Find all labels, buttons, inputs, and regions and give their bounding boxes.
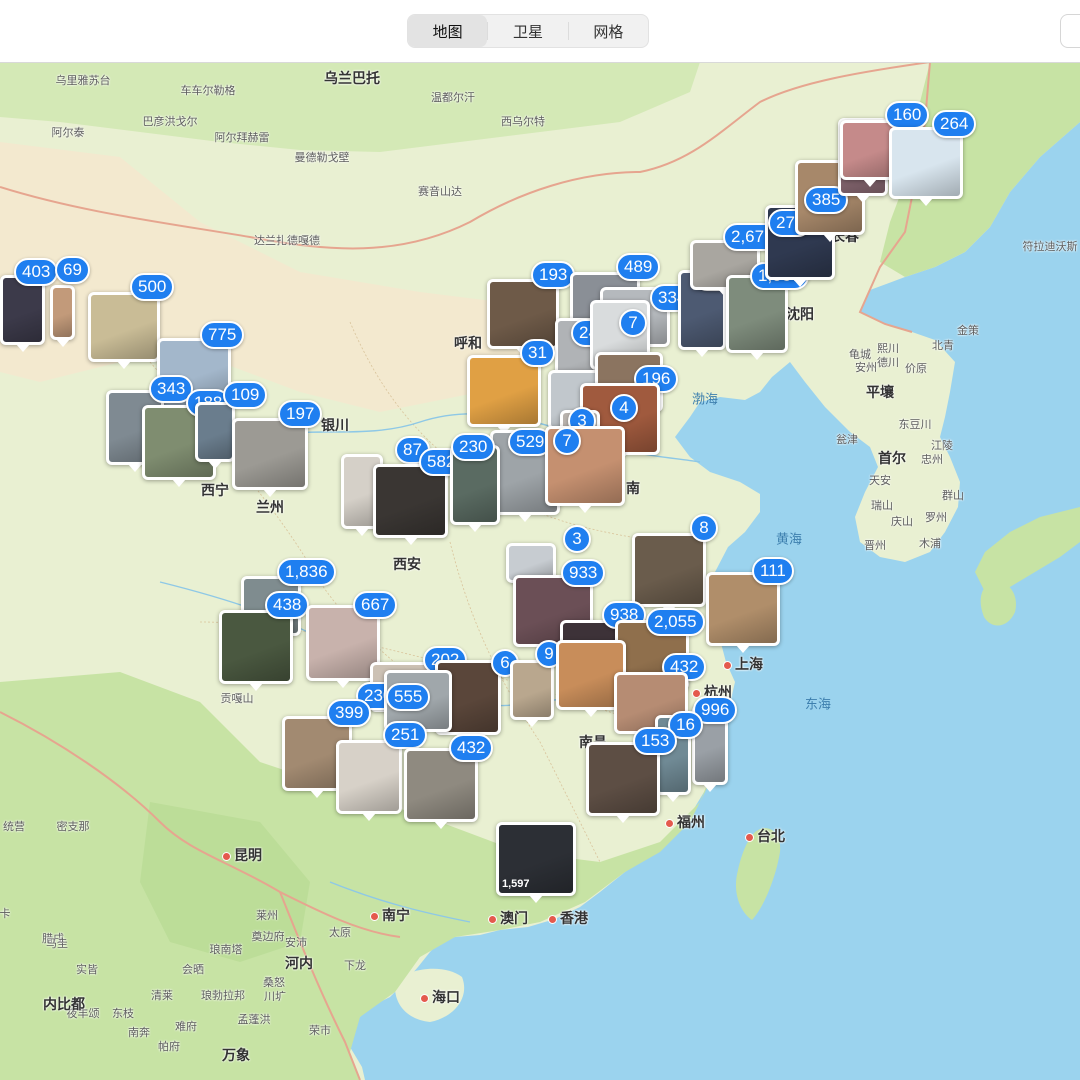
pin-pointer: [525, 719, 539, 727]
photo-thumbnail[interactable]: [50, 285, 75, 340]
map-type-segmented-control: 地图 卫星 网格: [407, 14, 649, 48]
pin-pointer: [336, 680, 350, 688]
photo-cluster-pin[interactable]: [632, 533, 706, 614]
segment-map-button[interactable]: 地图: [408, 15, 488, 47]
pin-pointer: [249, 683, 263, 691]
photo-count-badge[interactable]: 3: [563, 525, 591, 553]
pin-pointer: [355, 528, 369, 536]
photo-count-badge[interactable]: 438: [265, 591, 310, 619]
photo-count-badge[interactable]: 775: [200, 321, 245, 349]
photo-cluster-pin[interactable]: [88, 292, 160, 369]
photo-cluster-pin[interactable]: [232, 418, 308, 497]
pin-pointer: [863, 179, 877, 187]
photo-cluster-pin[interactable]: [510, 660, 554, 727]
photo-thumbnail[interactable]: [336, 740, 402, 814]
photo-cluster-pin[interactable]: [487, 279, 559, 356]
photo-count-badge[interactable]: 1,836: [277, 558, 336, 586]
photo-count-badge[interactable]: 31: [520, 339, 555, 367]
photo-count-badge[interactable]: 264: [932, 110, 977, 138]
photo-thumbnail[interactable]: [487, 279, 559, 349]
photo-count-badge[interactable]: 933: [561, 559, 606, 587]
photo-thumbnail[interactable]: [195, 402, 235, 462]
pin-pointer: [578, 505, 592, 513]
map-toolbar: 地图 卫星 网格: [0, 0, 1080, 63]
pin-pointer: [856, 195, 870, 203]
pin-pointer: [362, 813, 376, 821]
pin-pointer: [616, 815, 630, 823]
search-field[interactable]: [1060, 14, 1080, 48]
photo-count-badge[interactable]: 153: [633, 727, 678, 755]
photo-count-badge[interactable]: 7: [619, 309, 647, 337]
photo-count-badge[interactable]: 500: [130, 273, 175, 301]
photo-count-badge[interactable]: 7: [553, 427, 581, 455]
photo-count-badge[interactable]: 399: [327, 699, 372, 727]
pin-pointer: [310, 790, 324, 798]
photo-count-badge[interactable]: 4: [610, 394, 638, 422]
pin-pointer: [15, 344, 30, 352]
pin-pointer: [55, 339, 70, 347]
pin-pointer: [703, 784, 717, 792]
photo-count-badge[interactable]: 8: [690, 514, 718, 542]
photo-count-badge[interactable]: 230: [451, 433, 496, 461]
photo-cluster-pin[interactable]: [219, 610, 293, 691]
photo-cluster-pin[interactable]: 1,597: [496, 822, 576, 903]
photo-count-badge[interactable]: 111: [752, 557, 794, 585]
photo-cluster-pin[interactable]: [195, 402, 235, 469]
pin-pointer: [518, 514, 532, 522]
pin-pointer: [736, 645, 750, 653]
photo-cluster-pin[interactable]: [336, 740, 402, 821]
pin-pointer: [793, 279, 807, 287]
photo-count-badge[interactable]: 197: [278, 400, 323, 428]
pin-pointer: [695, 349, 709, 357]
photo-count-badge[interactable]: 193: [531, 261, 576, 289]
pin-pointer: [128, 464, 142, 472]
photo-count-badge[interactable]: 555: [386, 683, 431, 711]
photo-count-badge[interactable]: 251: [383, 721, 428, 749]
photo-count-badge[interactable]: 489: [616, 253, 661, 281]
pin-pointer: [529, 895, 543, 903]
pin-pointer: [403, 537, 418, 545]
pin-pointer: [117, 361, 131, 369]
photo-thumbnail[interactable]: [632, 533, 706, 607]
photo-count-badge[interactable]: 667: [353, 591, 398, 619]
pin-pointer: [823, 234, 837, 242]
photo-count-label: 1,597: [502, 878, 530, 890]
pin-pointer: [584, 709, 598, 717]
pin-pointer: [263, 489, 277, 497]
photo-count-badge[interactable]: 69: [55, 256, 90, 284]
photo-cluster-pin[interactable]: [50, 285, 75, 347]
photo-count-badge[interactable]: 403: [14, 258, 59, 286]
pin-pointer: [172, 479, 186, 487]
pin-pointer: [468, 524, 482, 532]
pin-pointer: [666, 794, 680, 802]
photo-thumbnail[interactable]: [219, 610, 293, 684]
segment-grid-button[interactable]: 网格: [569, 15, 648, 47]
photo-thumbnail[interactable]: [88, 292, 160, 362]
pin-pointer: [750, 352, 764, 360]
photo-thumbnail[interactable]: [510, 660, 554, 720]
photo-count-badge[interactable]: 432: [449, 734, 494, 762]
photo-count-badge[interactable]: 109: [223, 381, 268, 409]
segment-satellite-button[interactable]: 卫星: [488, 15, 567, 47]
pin-pointer: [434, 821, 448, 829]
photo-thumbnail[interactable]: [232, 418, 308, 490]
photo-count-badge[interactable]: 2,055: [646, 608, 705, 636]
pin-pointer: [919, 198, 933, 206]
photo-count-badge[interactable]: 160: [885, 101, 930, 129]
pin-pointer: [208, 461, 222, 469]
